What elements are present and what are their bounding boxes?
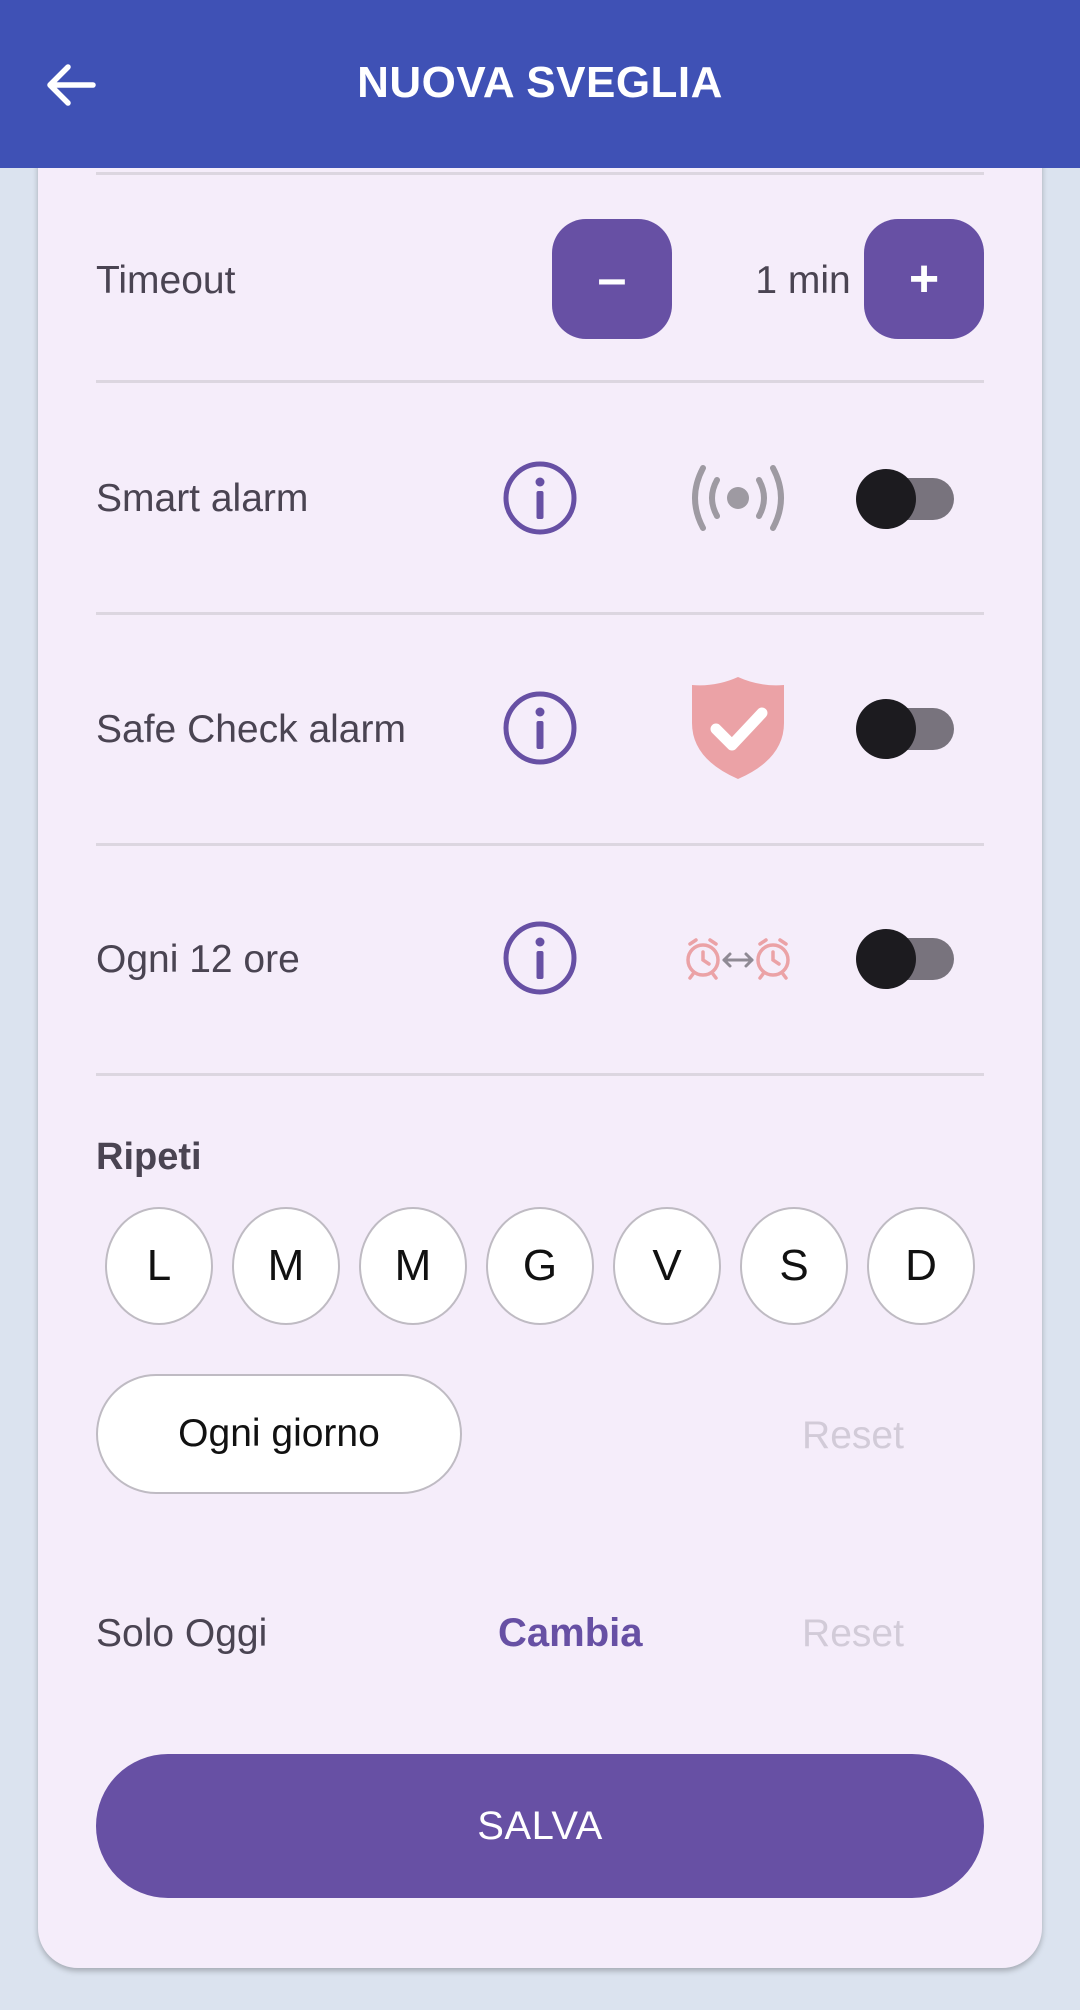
every-12h-toggle[interactable] — [856, 926, 960, 990]
timeout-decrement-button[interactable]: – — [552, 219, 672, 339]
day-button-tuesday[interactable]: M — [232, 1207, 340, 1325]
day-button-friday[interactable]: V — [613, 1207, 721, 1325]
every-12h-label: Ogni 12 ore — [96, 938, 300, 981]
safe-check-info-button[interactable] — [502, 690, 578, 766]
shield-check-icon — [678, 673, 798, 783]
vibration-signal-icon — [678, 443, 798, 553]
toggle-thumb — [856, 469, 916, 529]
info-icon — [503, 461, 577, 535]
day-button-saturday[interactable]: S — [740, 1207, 848, 1325]
info-icon — [503, 921, 577, 995]
only-today-change-link[interactable]: Cambia — [498, 1611, 643, 1656]
only-today-label: Solo Oggi — [96, 1612, 268, 1655]
app-bar: NUOVA SVEGLIA — [0, 0, 1080, 168]
repeat-reset-link[interactable]: Reset — [778, 1414, 928, 1458]
divider — [96, 380, 984, 383]
day-button-thursday[interactable]: G — [486, 1207, 594, 1325]
smart-alarm-label: Smart alarm — [96, 477, 309, 520]
every-12h-info-button[interactable] — [502, 920, 578, 996]
divider — [96, 172, 984, 175]
divider — [96, 843, 984, 846]
timeout-label: Timeout — [96, 259, 236, 302]
every-day-button[interactable]: Ogni giorno — [96, 1374, 462, 1494]
repeat-title: Ripeti — [96, 1136, 202, 1178]
only-today-reset-link[interactable]: Reset — [778, 1612, 928, 1656]
safe-check-label: Safe Check alarm — [96, 708, 406, 751]
safe-check-toggle[interactable] — [856, 696, 960, 760]
toggle-thumb — [856, 929, 916, 989]
divider — [96, 1073, 984, 1076]
alarm-settings-card: Timeout – 1 min + Smart alarm Safe Check… — [38, 120, 1042, 1968]
info-icon — [503, 691, 577, 765]
timeout-increment-button[interactable]: + — [864, 219, 984, 339]
toggle-thumb — [856, 699, 916, 759]
alarm-clocks-exchange-icon — [678, 903, 798, 1013]
day-button-monday[interactable]: L — [105, 1207, 213, 1325]
divider — [96, 612, 984, 615]
save-button[interactable]: SALVA — [96, 1754, 984, 1898]
day-button-wednesday[interactable]: M — [359, 1207, 467, 1325]
smart-alarm-info-button[interactable] — [502, 460, 578, 536]
page-title: NUOVA SVEGLIA — [357, 58, 723, 107]
day-button-sunday[interactable]: D — [867, 1207, 975, 1325]
smart-alarm-toggle[interactable] — [856, 466, 960, 530]
